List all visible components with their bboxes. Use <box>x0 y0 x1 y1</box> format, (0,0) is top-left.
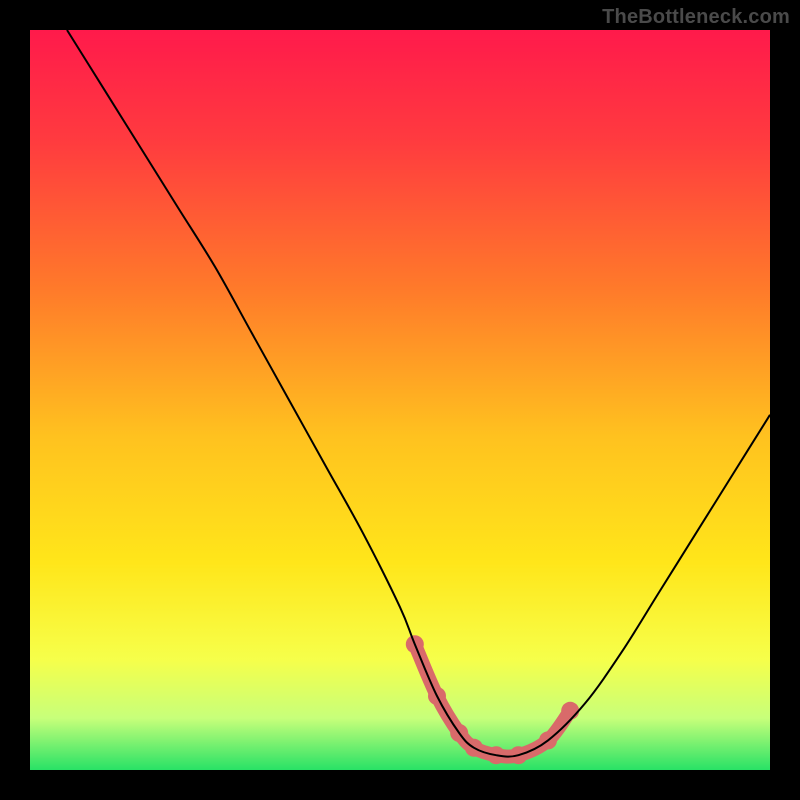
plot-background <box>30 30 770 770</box>
watermark-text: TheBottleneck.com <box>602 6 790 29</box>
highlight-dot <box>561 702 579 720</box>
chart-svg <box>0 0 800 800</box>
chart-frame: TheBottleneck.com <box>0 0 800 800</box>
